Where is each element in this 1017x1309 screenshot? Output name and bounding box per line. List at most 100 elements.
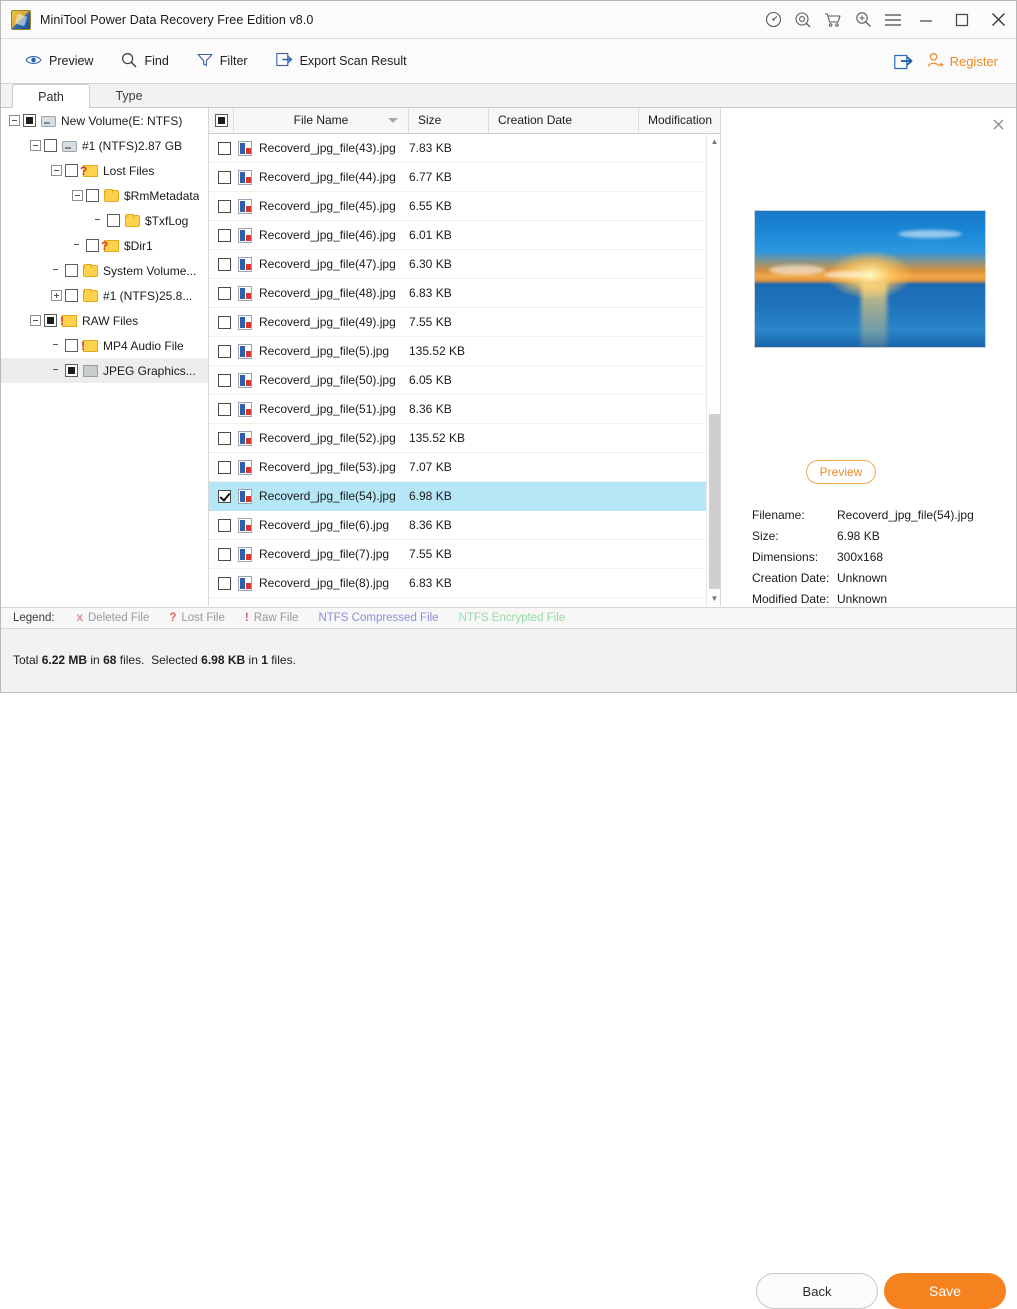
maximize-icon[interactable]	[944, 1, 980, 38]
table-row[interactable]: Recoverd_jpg_file(7).jpg 7.55 KB	[209, 540, 706, 569]
column-header-size[interactable]: Size	[409, 108, 489, 133]
table-row[interactable]: Recoverd_jpg_file(51).jpg 8.36 KB	[209, 395, 706, 424]
tree-expander-minus-icon[interactable]	[72, 190, 83, 201]
preview-close-icon[interactable]	[990, 116, 1006, 132]
table-row[interactable]: Recoverd_jpg_file(46).jpg 6.01 KB	[209, 221, 706, 250]
column-header-file-name[interactable]: File Name	[234, 108, 409, 133]
tree-expander-minus-icon[interactable]	[9, 115, 20, 126]
row-checkbox[interactable]	[218, 460, 231, 474]
tree-node[interactable]: #1 (NTFS)25.8...	[1, 283, 208, 308]
preview-action-button[interactable]: Preview	[806, 460, 876, 484]
tree-node[interactable]: System Volume...	[1, 258, 208, 283]
table-row[interactable]: Recoverd_jpg_file(6).jpg 8.36 KB	[209, 511, 706, 540]
row-checkbox[interactable]	[218, 373, 231, 387]
row-checkbox[interactable]	[218, 141, 231, 155]
row-checkbox[interactable]	[218, 257, 231, 271]
tree-node-checkbox[interactable]	[65, 164, 78, 177]
tree-node[interactable]: $RmMetadata	[1, 183, 208, 208]
row-checkbox[interactable]	[218, 228, 231, 242]
table-row[interactable]: Recoverd_jpg_file(52).jpg 135.52 KB	[209, 424, 706, 453]
tree-expander-minus-icon[interactable]	[51, 165, 62, 176]
tree-expander-minus-icon[interactable]	[30, 140, 41, 151]
minimize-icon[interactable]	[908, 1, 944, 38]
row-checkbox[interactable]	[218, 518, 231, 532]
tree-node-checkbox[interactable]	[65, 264, 78, 277]
tree-node[interactable]: RAW Files	[1, 308, 208, 333]
row-checkbox[interactable]	[218, 170, 231, 184]
disk-benchmark-icon[interactable]	[758, 5, 788, 35]
back-button[interactable]: Back	[756, 1273, 878, 1309]
shopping-cart-icon[interactable]	[818, 5, 848, 35]
tree-node[interactable]: New Volume(E: NTFS)	[1, 108, 208, 133]
tree-node-checkbox[interactable]	[44, 139, 57, 152]
export-scan-result-button[interactable]: Export Scan Result	[262, 39, 421, 84]
legend-label: Lost File	[181, 612, 225, 624]
tree-node-checkbox[interactable]	[107, 214, 120, 227]
quest-icon	[101, 239, 119, 253]
row-checkbox[interactable]	[218, 315, 231, 329]
row-checkbox[interactable]	[218, 286, 231, 300]
tree-node-checkbox[interactable]	[86, 189, 99, 202]
tree-node[interactable]: $Dir1	[1, 233, 208, 258]
file-size-cell: 6.55 KB	[409, 199, 452, 213]
magnifier-plus-icon[interactable]	[848, 5, 878, 35]
tab-path[interactable]: Path	[12, 84, 90, 108]
row-checkbox[interactable]	[218, 402, 231, 416]
table-row[interactable]: Recoverd_jpg_file(43).jpg 7.83 KB	[209, 134, 706, 163]
file-list-scrollbar[interactable]: ▲ ▼	[706, 134, 720, 606]
select-all-checkbox[interactable]	[209, 108, 234, 133]
row-checkbox[interactable]	[218, 489, 231, 503]
table-row[interactable]: Recoverd_jpg_file(48).jpg 6.83 KB	[209, 279, 706, 308]
tree-node[interactable]: #1 (NTFS)2.87 GB	[1, 133, 208, 158]
tree-node-checkbox[interactable]	[65, 339, 78, 352]
table-row[interactable]: Recoverd_jpg_file(44).jpg 6.77 KB	[209, 163, 706, 192]
tree-expander-plus-icon[interactable]	[51, 290, 62, 301]
support-icon[interactable]	[788, 5, 818, 35]
row-checkbox[interactable]	[218, 547, 231, 561]
row-checkbox[interactable]	[218, 199, 231, 213]
table-row[interactable]: Recoverd_jpg_file(53).jpg 7.07 KB	[209, 453, 706, 482]
filter-icon	[197, 53, 213, 70]
directory-tree[interactable]: New Volume(E: NTFS) #1 (NTFS)2.87 GB Lost …	[1, 108, 209, 606]
scrollbar-thumb[interactable]	[709, 414, 720, 589]
tree-node-checkbox[interactable]	[65, 364, 78, 377]
preview-button[interactable]: Preview	[11, 39, 107, 84]
row-checkbox[interactable]	[218, 431, 231, 445]
table-row[interactable]: Recoverd_jpg_file(47).jpg 6.30 KB	[209, 250, 706, 279]
tree-node[interactable]: Lost Files	[1, 158, 208, 183]
scroll-down-icon[interactable]: ▼	[707, 591, 720, 606]
file-size-cell: 6.01 KB	[409, 228, 452, 242]
column-header-creation-date[interactable]: Creation Date	[489, 108, 639, 133]
folder-icon	[83, 288, 98, 302]
tree-expander-minus-icon[interactable]	[30, 315, 41, 326]
hamburger-menu-icon[interactable]	[878, 5, 908, 35]
find-button[interactable]: Find	[107, 39, 182, 84]
table-row[interactable]: Recoverd_jpg_file(8).jpg 6.83 KB	[209, 569, 706, 598]
tree-node-checkbox[interactable]	[86, 239, 99, 252]
tree-node-label: #1 (NTFS)2.87 GB	[82, 138, 183, 153]
table-row[interactable]: Recoverd_jpg_file(54).jpg 6.98 KB	[209, 482, 706, 511]
row-checkbox[interactable]	[218, 344, 231, 358]
table-row[interactable]: Recoverd_jpg_file(5).jpg 135.52 KB	[209, 337, 706, 366]
register-button[interactable]: Register	[919, 52, 1016, 71]
tree-node-checkbox[interactable]	[44, 314, 57, 327]
row-checkbox[interactable]	[218, 576, 231, 590]
filter-button[interactable]: Filter	[183, 39, 262, 84]
column-header-modification[interactable]: Modification	[639, 108, 720, 133]
close-icon[interactable]	[980, 1, 1016, 38]
table-row[interactable]: Recoverd_jpg_file(49).jpg 7.55 KB	[209, 308, 706, 337]
save-button[interactable]: Save	[884, 1273, 1006, 1309]
tree-node[interactable]: MP4 Audio File	[1, 333, 208, 358]
tree-node[interactable]: JPEG Graphics...	[1, 358, 208, 383]
tree-node-checkbox[interactable]	[23, 114, 36, 127]
tree-node-checkbox[interactable]	[65, 289, 78, 302]
tree-node[interactable]: $TxfLog	[1, 208, 208, 233]
table-row[interactable]: Recoverd_jpg_file(45).jpg 6.55 KB	[209, 192, 706, 221]
tab-type[interactable]: Type	[90, 84, 168, 108]
sort-descending-icon[interactable]	[388, 118, 398, 123]
table-row[interactable]: Recoverd_jpg_file(50).jpg 6.05 KB	[209, 366, 706, 395]
share-export-icon[interactable]	[889, 46, 919, 76]
scroll-up-icon[interactable]: ▲	[707, 134, 720, 149]
folder-icon	[104, 188, 119, 202]
total-size: 6.22 MB	[41, 653, 88, 667]
